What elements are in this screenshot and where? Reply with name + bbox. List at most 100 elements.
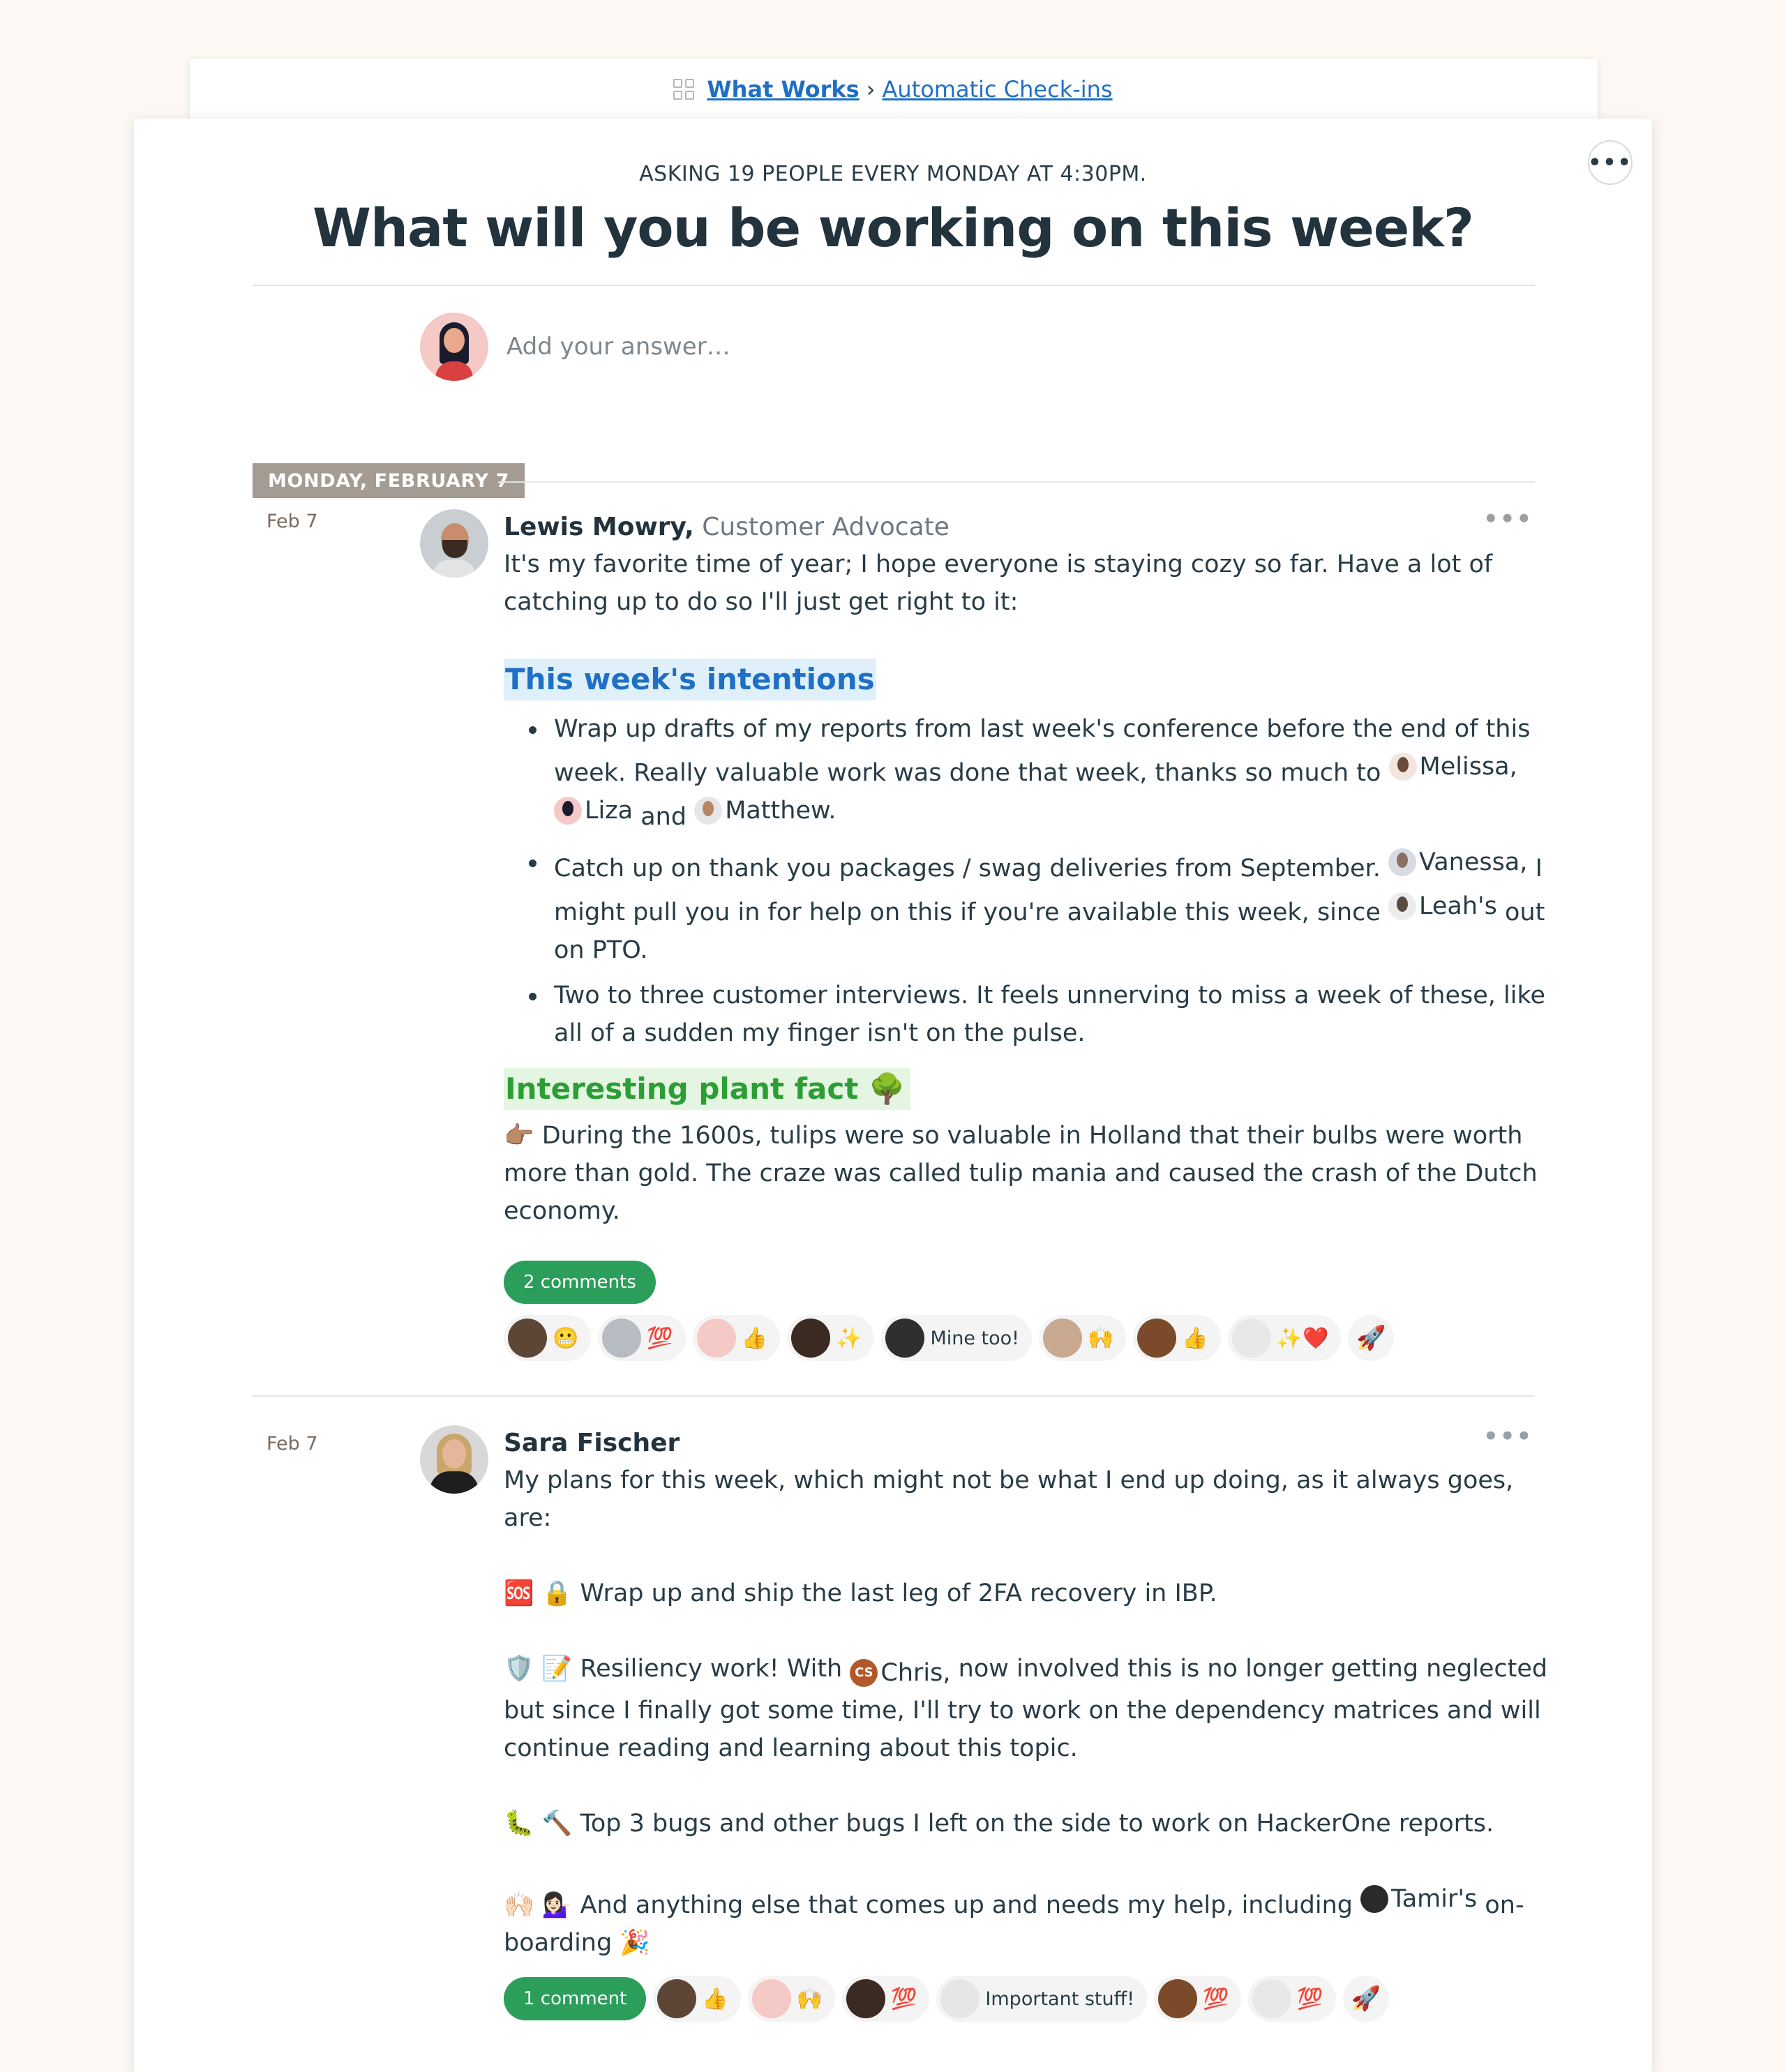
hundred-icon: 💯 — [647, 1326, 673, 1351]
boost[interactable]: 😬 — [504, 1315, 592, 1361]
boost[interactable]: 🙌 — [1039, 1315, 1127, 1361]
shield-memo-icon: 🛡️ 📝 — [504, 1655, 573, 1683]
boost[interactable]: 💯 — [598, 1315, 686, 1361]
mention-avatar: CS — [850, 1659, 878, 1687]
mention-label: Tamir's — [1391, 1885, 1478, 1913]
rocket-plus-icon[interactable]: 🚀 — [1348, 1315, 1395, 1361]
hundred-icon: 💯 — [1203, 1986, 1229, 2011]
boost[interactable]: ✨ — [787, 1315, 875, 1361]
mention-avatar — [1388, 848, 1416, 876]
booster-avatar — [1043, 1319, 1082, 1358]
breadcrumb-project-link[interactable]: What Works — [707, 76, 859, 103]
author-role: Customer Advocate — [702, 513, 950, 541]
booster-avatar — [657, 1979, 697, 2018]
mention-label: Melissa, — [1419, 753, 1517, 781]
header-divider — [253, 285, 1535, 286]
plan-item: 🛡️ 📝 Resiliency work! With CS Chris, now … — [504, 1650, 1550, 1767]
plant-fact: 👉🏽 During the 1600s, tulips were so valu… — [504, 1117, 1550, 1230]
mention-matthew[interactable]: Matthew. — [694, 792, 836, 829]
plant-fact-text: During the 1600s, tulips were so valuabl… — [504, 1122, 1538, 1225]
boost[interactable]: 💯 — [1154, 1976, 1242, 2022]
day-divider-line — [498, 481, 1535, 483]
hundred-icon: 💯 — [891, 1986, 917, 2011]
mention-avatar — [1388, 753, 1417, 781]
mention-liza[interactable]: Liza — [554, 792, 633, 829]
author-name[interactable]: Sara Fischer — [504, 1429, 680, 1457]
booster-avatar — [846, 1979, 886, 2018]
sparkles-icon: ✨ — [836, 1326, 862, 1351]
post-date: Feb 7 — [267, 511, 318, 532]
booster-avatar — [1137, 1319, 1177, 1358]
answer-divider — [253, 1395, 1535, 1397]
section-heading: This week's intentions — [504, 659, 876, 700]
boost[interactable]: 💯 — [842, 1976, 930, 2022]
question-title: What will you be working on this week? — [313, 197, 1474, 259]
sparkles-heart-icon: ✨❤️ — [1276, 1326, 1329, 1351]
boost[interactable]: 🙌 — [747, 1976, 836, 2022]
breadcrumb-tool-link[interactable]: Automatic Check-ins — [883, 76, 1113, 103]
boost[interactable]: 👍 — [653, 1976, 741, 2022]
mention-label: Vanessa, — [1419, 848, 1528, 876]
mention-avatar — [1388, 892, 1416, 920]
sos-lock-icon: 🆘 🔒 — [504, 1579, 573, 1607]
author-avatar[interactable] — [420, 1425, 488, 1494]
mention-melissa[interactable]: Melissa, — [1388, 748, 1517, 786]
boost-text: Mine too! — [930, 1327, 1019, 1349]
author-line: Sara Fischer — [504, 1425, 1550, 1462]
mention-vanessa[interactable]: Vanessa, — [1388, 843, 1527, 881]
thumbs-up-icon: 👍 — [1182, 1326, 1208, 1351]
author-name[interactable]: Lewis Mowry, — [504, 513, 694, 541]
boost[interactable]: 👍 — [692, 1315, 781, 1361]
boost[interactable]: Mine too! — [881, 1315, 1032, 1361]
mention-chris[interactable]: CS Chris, — [850, 1654, 951, 1692]
mention-leah[interactable]: Leah's — [1388, 887, 1497, 925]
booster-avatar — [885, 1319, 925, 1358]
mention-tamir[interactable]: Tamir's — [1360, 1880, 1477, 1918]
answer-composer[interactable]: Add your answer… — [420, 313, 730, 381]
mention-label: Matthew. — [725, 797, 836, 825]
boost[interactable]: 💯 — [1248, 1976, 1336, 2022]
section-heading: Interesting plant fact 🌳 — [504, 1068, 911, 1110]
bug-hammer-icon: 🐛 🔨 — [504, 1810, 573, 1838]
mention-label: Leah's — [1419, 892, 1497, 920]
checkin-answer: ••• Lewis Mowry, Customer Advocate It's … — [420, 505, 1545, 1361]
list-item: Two to three customer interviews. It fee… — [504, 977, 1550, 1052]
comments-button[interactable]: 1 comment — [504, 1977, 647, 2020]
booster-avatar — [696, 1319, 736, 1358]
section-heading-text: Interesting plant fact — [505, 1072, 859, 1106]
rocket-plus-icon[interactable]: 🚀 — [1342, 1976, 1389, 2022]
pointing-hand-icon: 👉🏽 — [504, 1122, 534, 1150]
answer-intro: It's my favorite time of year; I hope ev… — [504, 550, 1493, 616]
boost[interactable]: Important stuff! — [936, 1976, 1148, 2022]
booster-avatar — [1231, 1319, 1271, 1358]
plan-item-text: Wrap up and ship the last leg of 2FA rec… — [580, 1579, 1217, 1607]
booster-avatar — [602, 1319, 642, 1358]
boost-text: Important stuff! — [985, 1988, 1135, 2010]
boost[interactable]: ✨❤️ — [1227, 1315, 1342, 1361]
booster-avatar — [508, 1319, 547, 1358]
post-date: Feb 7 — [267, 1433, 318, 1455]
tree-icon: 🌳 — [868, 1072, 906, 1106]
comments-button[interactable]: 2 comments — [504, 1261, 656, 1304]
booster-avatar — [1252, 1979, 1292, 2018]
author-avatar[interactable] — [420, 509, 488, 578]
answer-input[interactable]: Add your answer… — [506, 333, 730, 361]
booster-avatar — [791, 1319, 831, 1358]
day-divider-label: MONDAY, FEBRUARY 7 — [253, 463, 525, 498]
current-user-avatar — [420, 313, 488, 381]
mention-avatar — [694, 797, 723, 825]
plan-item-text: Resiliency work! With — [580, 1655, 843, 1683]
hundred-icon: 💯 — [1297, 1986, 1323, 2011]
plan-item: 🙌🏻 💁🏻‍♀️ And anything else that comes up… — [504, 1880, 1550, 1962]
project-grid-icon[interactable] — [673, 79, 695, 100]
mention-label: Chris, — [880, 1659, 951, 1687]
schedule-kicker: ASKING 19 PEOPLE EVERY MONDAY AT 4:30PM. — [639, 162, 1147, 186]
mention-label: Liza — [585, 797, 633, 825]
list-item: Wrap up drafts of my reports from last w… — [504, 710, 1550, 836]
boost[interactable]: 👍 — [1133, 1315, 1221, 1361]
boosts-row: 1 comment 👍 🙌 💯 Important stuff! 💯 💯 🚀 — [504, 1976, 1550, 2022]
answer-intro: My plans for this week, which might not … — [504, 1466, 1514, 1532]
party-popper-icon: 🎉 — [620, 1929, 650, 1957]
grimace-icon: 😬 — [553, 1326, 579, 1351]
list-item-text: Catch up on thank you packages / swag de… — [554, 855, 1381, 883]
